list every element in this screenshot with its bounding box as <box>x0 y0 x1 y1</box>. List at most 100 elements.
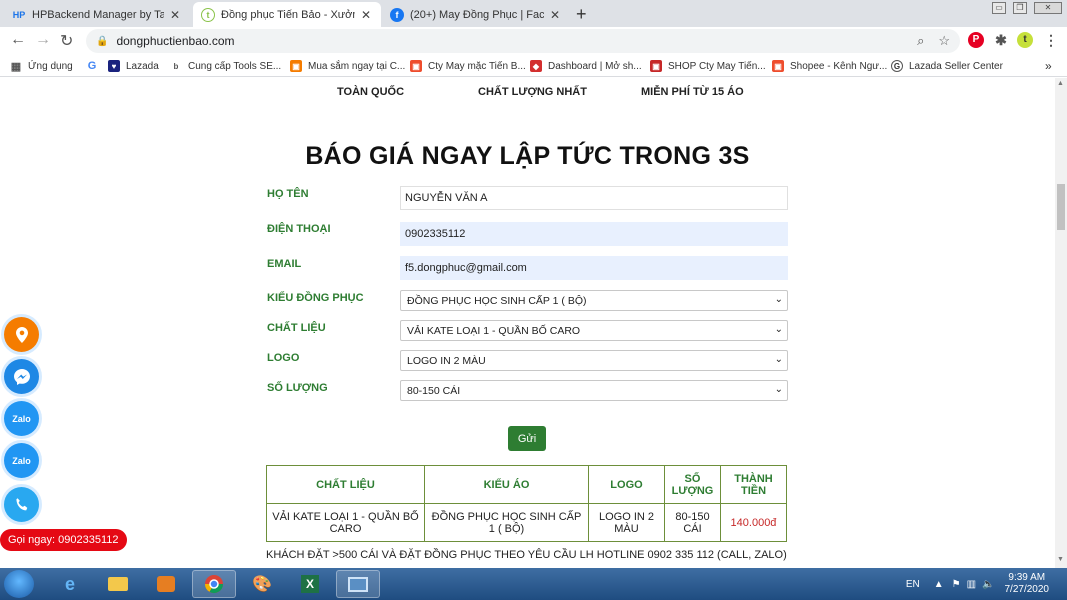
apps-grid-icon: ▦ <box>10 60 22 73</box>
phone-input[interactable]: 0902335112 <box>400 222 788 246</box>
lazada-seller-icon: G <box>891 60 903 72</box>
cell-style: ĐỒNG PHỤC HỌC SINH CẤP 1 ( BỘ) <box>424 503 589 542</box>
table-row: VẢI KATE LOẠI 1 - QUẦN BỐ CARO ĐỒNG PHỤC… <box>266 503 787 542</box>
feature-nationwide: TOÀN QUỐC <box>337 86 405 98</box>
dashboard-icon: ◆ <box>530 60 542 72</box>
volume-icon[interactable]: 🔈 <box>982 579 994 590</box>
call-now-button[interactable]: Gọi ngay: 0902335112 <box>0 529 127 551</box>
tab-title: Đồng phục Tiến Bảo - Xưởng may <box>221 8 355 21</box>
shop-icon: ▣ <box>290 60 302 72</box>
extensions-icon[interactable]: ✱ <box>993 32 1009 48</box>
media-player-icon[interactable] <box>144 570 188 598</box>
clock[interactable]: 9:39 AM 7/27/2020 <box>1005 572 1050 596</box>
tienbao-extension-icon[interactable]: t <box>1017 32 1033 48</box>
bookmark-muasam[interactable]: ▣ Mua sắm ngay tại C... <box>290 58 405 74</box>
tab-hpbackend[interactable]: HP HPBackend Manager by TanLCFE ✕ <box>4 2 190 27</box>
submit-button[interactable]: Gửi <box>508 426 546 451</box>
quantity-label: SỐ LƯỢNG <box>267 382 328 394</box>
excel-icon[interactable]: X <box>288 570 332 598</box>
tab-dongphuc[interactable]: t Đồng phục Tiến Bảo - Xưởng may ✕ <box>193 2 381 27</box>
shopee-icon: ▣ <box>410 60 422 72</box>
cell-material: VẢI KATE LOẠI 1 - QUẦN BỐ CARO <box>266 503 425 542</box>
logo-select[interactable]: LOGO IN 2 MÀU ⌄ <box>400 350 788 371</box>
restore-icon[interactable]: ❐ <box>1013 2 1027 14</box>
bookmark-google[interactable]: G <box>86 58 104 74</box>
logo-select-value: LOGO IN 2 MÀU <box>407 354 486 367</box>
scrollbar[interactable]: ▲ ▼ <box>1055 78 1067 568</box>
language-indicator[interactable]: EN <box>906 579 920 590</box>
menu-icon[interactable]: ⋮ <box>1043 32 1059 48</box>
shop-cty-icon: ▣ <box>650 60 662 72</box>
email-input[interactable]: f5.dongphuc@gmail.com <box>400 256 788 280</box>
name-input[interactable]: NGUYỄN VĂN A <box>400 186 788 210</box>
tab-strip: HP HPBackend Manager by TanLCFE ✕ t Đồng… <box>0 0 1067 27</box>
cell-logo: LOGO IN 2 MÀU <box>588 503 665 542</box>
phone-label: ĐIỆN THOẠI <box>267 223 331 235</box>
address-bar[interactable]: 🔒 dongphuctienbao.com ⌕ ☆ <box>86 29 960 53</box>
zalo-icon[interactable]: Zalo <box>4 401 39 436</box>
phone-icon[interactable] <box>4 487 39 522</box>
bookmark-tools[interactable]: b Cung cấp Tools SE... <box>170 58 282 74</box>
reload-icon[interactable]: ↻ <box>60 31 73 51</box>
style-label: KIỂU ĐỒNG PHỤC <box>267 292 364 304</box>
chevron-down-icon: ⌄ <box>774 324 783 335</box>
close-icon[interactable]: ✕ <box>548 8 562 22</box>
hotline-note: KHÁCH ĐẶT >500 CÁI VÀ ĐẶT ĐỒNG PHỤC THEO… <box>266 549 787 561</box>
new-tab-icon[interactable]: + <box>576 4 587 25</box>
forward-icon[interactable]: → <box>35 31 51 49</box>
close-icon[interactable]: ✕ <box>359 8 373 22</box>
facebook-favicon-icon: f <box>390 7 404 22</box>
zalo-icon[interactable]: Zalo <box>4 443 39 478</box>
material-select[interactable]: VẢI KATE LOẠI 1 - QUẦN BỐ CARO ⌄ <box>400 320 788 341</box>
messenger-icon[interactable] <box>4 359 39 394</box>
material-label: CHẤT LIỆU <box>267 322 326 334</box>
tab-facebook[interactable]: f (20+) May Đồng Phục | Facebook ✕ <box>382 2 570 27</box>
bookmark-apps[interactable]: ▦ Ứng dụng <box>10 58 73 74</box>
star-icon[interactable]: ☆ <box>938 33 950 49</box>
style-select-value: ĐỒNG PHỤC HỌC SINH CẤP 1 ( BỘ) <box>407 294 587 307</box>
google-icon: G <box>87 60 97 72</box>
clock-time: 9:39 AM <box>1008 572 1046 583</box>
email-label: EMAIL <box>267 258 302 270</box>
close-window-icon[interactable]: ✕ <box>1034 2 1062 14</box>
bookmark-shopee[interactable]: ▣ Shopee - Kênh Ngư... <box>772 58 887 74</box>
profile-icon[interactable]: ▭ <box>992 2 1006 14</box>
tools-icon: b <box>173 61 179 71</box>
zoom-icon[interactable]: ⌕ <box>917 33 924 49</box>
quantity-select-value: 80-150 CÁI <box>407 384 461 397</box>
ie-icon[interactable]: e <box>48 570 92 598</box>
flag-icon[interactable]: ⚑ <box>952 579 961 590</box>
header-total: THÀNH TIỀN <box>720 465 787 504</box>
show-hidden-icons-icon[interactable]: ▲ <box>934 579 944 590</box>
pinterest-icon[interactable]: P <box>968 32 984 48</box>
system-tray: EN ▲ ⚑ ▥ 🔈 9:39 AM 7/27/2020 <box>906 568 1067 600</box>
paint-icon[interactable]: 🎨 <box>240 570 284 598</box>
style-select[interactable]: ĐỒNG PHỤC HỌC SINH CẤP 1 ( BỘ) ⌄ <box>400 290 788 311</box>
bookmark-shop-cty[interactable]: ▣ SHOP Cty May Tiến... <box>650 58 766 74</box>
scroll-down-icon[interactable]: ▼ <box>1057 556 1064 563</box>
network-icon[interactable]: ▥ <box>967 579 976 590</box>
bookmark-lazada[interactable]: ♥ Lazada <box>108 58 159 74</box>
more-bookmarks-icon[interactable]: » <box>1045 58 1052 74</box>
scroll-thumb[interactable] <box>1057 184 1065 230</box>
close-icon[interactable]: ✕ <box>168 8 182 22</box>
explorer-icon[interactable] <box>96 570 140 598</box>
table-header-row: CHẤT LIỆU KIỂU ÁO LOGO SỐ LƯỢNG THÀNH TI… <box>266 465 787 504</box>
tab-title: HPBackend Manager by TanLCFE <box>32 8 164 21</box>
chrome-icon[interactable] <box>192 570 236 598</box>
quantity-select[interactable]: 80-150 CÁI ⌄ <box>400 380 788 401</box>
bookmark-cty-may[interactable]: ▣ Cty May mặc Tiến B... <box>410 58 526 74</box>
start-button[interactable] <box>4 570 34 598</box>
bookmark-lazada-seller[interactable]: G Lazada Seller Center <box>891 58 1003 74</box>
tab-title: (20+) May Đồng Phục | Facebook <box>410 8 544 21</box>
feature-free: MIỄN PHÍ TỪ 15 ÁO <box>641 86 744 98</box>
tienbao-favicon-icon: t <box>201 7 215 22</box>
chevron-down-icon: ⌄ <box>774 384 783 395</box>
logo-label: LOGO <box>267 352 300 364</box>
map-pin-icon[interactable] <box>4 317 39 352</box>
window-icon[interactable] <box>336 570 380 598</box>
lock-icon: 🔒 <box>96 35 109 47</box>
scroll-up-icon[interactable]: ▲ <box>1057 80 1064 87</box>
back-icon[interactable]: ← <box>10 31 26 49</box>
bookmark-dashboard[interactable]: ◆ Dashboard | Mở sh... <box>530 58 642 74</box>
